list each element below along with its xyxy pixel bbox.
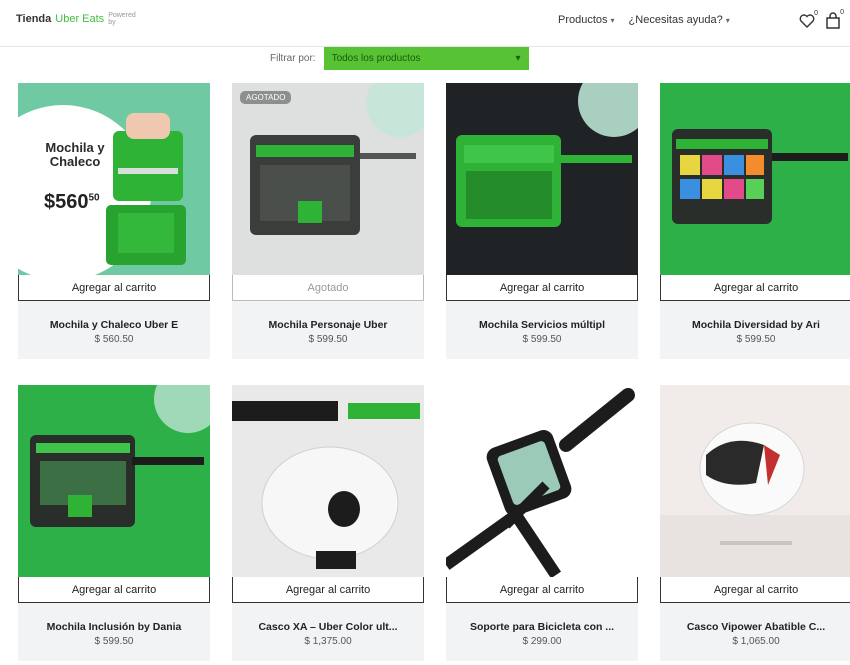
- add-to-cart-button[interactable]: Agregar al carrito: [446, 275, 638, 301]
- add-to-cart-button[interactable]: Agregar al carrito: [232, 577, 424, 603]
- product-name[interactable]: Casco Vipower Abatible C...: [660, 621, 850, 633]
- product-info: Mochila Servicios múltipl $ 599.50: [446, 301, 638, 359]
- product-price: $ 599.50: [94, 636, 134, 647]
- poster-title: Mochila y Chaleco: [45, 140, 105, 169]
- product-card: AGOTADO Agotado Mochila Personaje Uber $…: [232, 83, 424, 363]
- product-name[interactable]: Mochila Personaje Uber: [232, 319, 424, 331]
- filter-label: Filtrar por:: [270, 53, 316, 64]
- add-to-cart-button[interactable]: Agregar al carrito: [18, 275, 210, 301]
- sold-out-badge: AGOTADO: [240, 91, 292, 104]
- product-price: $ 560.50: [94, 334, 134, 345]
- category-filter-select[interactable]: Todos los productos ▾: [323, 47, 529, 70]
- product-info: Mochila y Chaleco Uber E $ 560.50: [18, 301, 210, 359]
- product-name[interactable]: Mochila Servicios múltipl: [446, 319, 638, 331]
- product-name[interactable]: Mochila Diversidad by Ari: [660, 319, 850, 331]
- product-image[interactable]: [446, 83, 638, 275]
- product-card: Agregar al carrito Mochila Inclusión by …: [18, 385, 210, 665]
- product-name[interactable]: Casco XA – Uber Color ult...: [232, 621, 424, 633]
- poster-price-main: $560: [44, 191, 89, 213]
- product-card: Agregar al carrito Casco Vipower Abatibl…: [660, 385, 850, 665]
- product-info: Casco XA – Uber Color ult... $ 1,375.00: [232, 603, 424, 661]
- product-card: Agregar al carrito Casco XA – Uber Color…: [232, 385, 424, 665]
- cart-count: 0: [840, 9, 844, 16]
- product-price: $ 599.50: [522, 334, 562, 345]
- product-name[interactable]: Mochila Inclusión by Dania: [18, 621, 210, 633]
- cart-icon[interactable]: 0: [822, 9, 844, 32]
- nav-products[interactable]: Productos ▾: [558, 14, 615, 26]
- filter-bar: Filtrar por: Todos los productos ▾: [270, 47, 529, 70]
- product-info: Soporte para Bicicleta con ... $ 299.00: [446, 603, 638, 661]
- product-image[interactable]: AGOTADO: [232, 83, 424, 275]
- product-price: $ 1,065.00: [732, 636, 780, 647]
- product-image[interactable]: [660, 83, 850, 275]
- product-name[interactable]: Mochila y Chaleco Uber E: [18, 319, 210, 331]
- logo-accent: Uber Eats: [55, 13, 105, 25]
- add-to-cart-button[interactable]: Agregar al carrito: [18, 577, 210, 603]
- product-image[interactable]: [18, 385, 210, 577]
- product-image[interactable]: [446, 385, 638, 577]
- store-logo[interactable]: Tienda Uber Eats Powered by: [16, 12, 142, 26]
- site-header: Tienda Uber Eats Powered by Productos ▾ …: [0, 0, 850, 46]
- logo-brand: Tienda: [16, 13, 52, 25]
- chevron-down-icon: ▾: [515, 53, 521, 64]
- product-info: Mochila Inclusión by Dania $ 599.50: [18, 603, 210, 661]
- product-card: Agregar al carrito Mochila Diversidad by…: [660, 83, 850, 363]
- nav-products-label: Productos: [558, 14, 608, 26]
- product-price: $ 1,375.00: [304, 636, 352, 647]
- poster-price-cents: 50: [88, 192, 100, 204]
- sold-out-button: Agotado: [232, 275, 424, 301]
- product-info: Mochila Diversidad by Ari $ 599.50: [660, 301, 850, 359]
- wishlist-icon[interactable]: 0: [796, 10, 818, 32]
- nav-help[interactable]: ¿Necesitas ayuda? ▾: [629, 14, 730, 26]
- add-to-cart-button[interactable]: Agregar al carrito: [446, 577, 638, 603]
- product-card: Agregar al carrito Mochila Servicios múl…: [446, 83, 638, 363]
- chevron-down-icon: ▾: [610, 15, 615, 25]
- product-price: $ 599.50: [736, 334, 776, 345]
- chevron-down-icon: ▾: [725, 15, 730, 25]
- nav-help-label: ¿Necesitas ayuda?: [628, 14, 723, 26]
- product-info: Mochila Personaje Uber $ 599.50: [232, 301, 424, 359]
- filter-value: Todos los productos: [331, 53, 421, 64]
- wishlist-count: 0: [814, 10, 818, 17]
- poster-price: $56050: [44, 191, 100, 214]
- main-nav: Productos ▾ ¿Necesitas ayuda? ▾: [558, 14, 730, 26]
- product-price: $ 599.50: [308, 334, 348, 345]
- product-name[interactable]: Soporte para Bicicleta con ...: [446, 621, 638, 633]
- product-info: Casco Vipower Abatible C... $ 1,065.00: [660, 603, 850, 661]
- product-card: Agregar al carrito Soporte para Biciclet…: [446, 385, 638, 665]
- add-to-cart-button[interactable]: Agregar al carrito: [660, 275, 850, 301]
- product-image[interactable]: Mochila y Chaleco $56050: [18, 83, 210, 275]
- product-card: Mochila y Chaleco $56050 Agregar al carr…: [18, 83, 210, 363]
- logo-tag: Powered by: [108, 12, 136, 26]
- add-to-cart-button[interactable]: Agregar al carrito: [660, 577, 850, 603]
- product-price: $ 299.00: [522, 636, 562, 647]
- product-image[interactable]: [232, 385, 424, 577]
- product-image[interactable]: [660, 385, 850, 577]
